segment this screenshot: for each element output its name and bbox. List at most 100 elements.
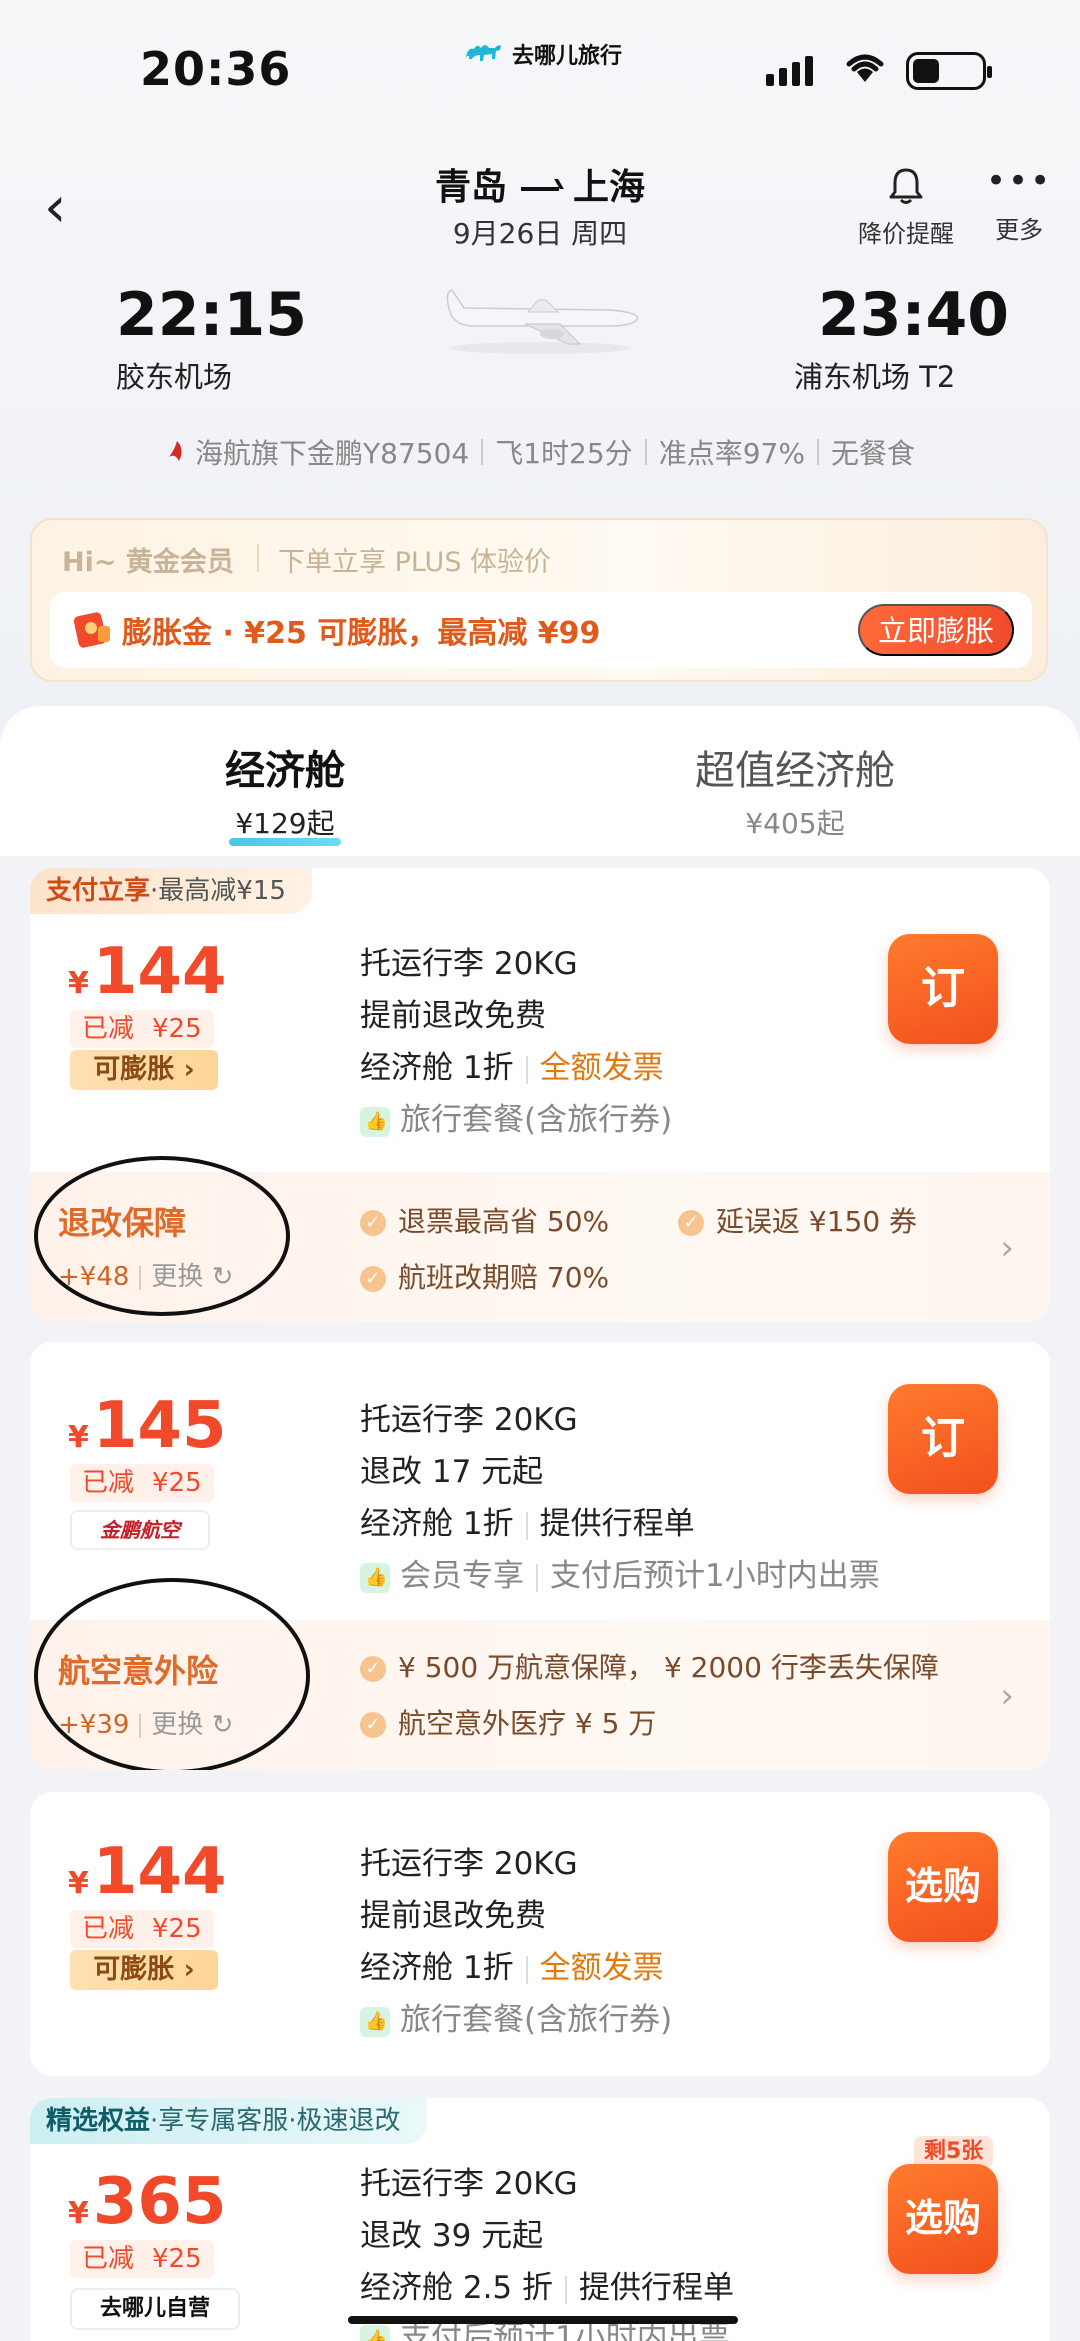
annotation-circle bbox=[34, 1156, 290, 1316]
discount-label: 已减 bbox=[82, 1914, 135, 1944]
feature-baggage: 托运行李 20KG bbox=[360, 946, 578, 982]
arrival-time: 23:40 bbox=[818, 280, 1009, 350]
offer-tag: 精选权益·享专属客服·极速退改 bbox=[30, 2098, 427, 2144]
discount-badge: 已减 ¥25 bbox=[70, 1910, 214, 1948]
feature-refund: 提前退改免费 bbox=[360, 998, 546, 1034]
route-from: 青岛 bbox=[434, 167, 507, 208]
feature-cabin: 经济舱 1折 提供行程单 bbox=[360, 1498, 695, 1550]
offer-price: ¥144 bbox=[68, 1840, 226, 1916]
discount-amount: ¥25 bbox=[152, 2244, 202, 2274]
airline-flight-no: 海航旗下金鹏Y87504 bbox=[195, 437, 470, 470]
offer-card[interactable]: 支付立享·最高减¥15 ¥144 已减 ¥25 可膨胀 › 托运行李 20KG 提… bbox=[30, 868, 1050, 1322]
airline-chip: 金鹏航空 bbox=[70, 1510, 210, 1550]
wifi-icon bbox=[846, 54, 884, 82]
feature-baggage: 托运行李 20KG bbox=[360, 1846, 578, 1882]
feature-discount: 经济舱 1折 bbox=[360, 1950, 514, 1986]
purchase-button[interactable]: 选购 bbox=[888, 1832, 998, 1942]
insurance-item-text: 航空意外医疗 ¥ 5 万 bbox=[398, 1707, 657, 1740]
insurance-item-text: 延误返 ¥150 券 bbox=[716, 1205, 918, 1238]
offer-price: ¥365 bbox=[68, 2170, 226, 2246]
discount-label: 已减 bbox=[82, 1014, 135, 1044]
more-button[interactable]: ••• 更多 bbox=[986, 164, 1052, 245]
feature-invoice: 全额发票 bbox=[539, 1050, 664, 1086]
app-brand: 去哪儿旅行 bbox=[462, 38, 622, 70]
flight-info: 海航旗下金鹏Y87504 飞1时25分 准点率97% 无餐食 bbox=[0, 432, 1080, 472]
tab-premium-economy-price: ¥405起 bbox=[745, 807, 845, 840]
insurance-item: ✓ ¥ 500 万航意保障， ¥ 2000 行李丢失保障 bbox=[360, 1646, 1010, 1686]
feature-refund: 提前退改免费 bbox=[360, 1898, 546, 1934]
feature-cabin: 经济舱 2.5 折提供行程单 bbox=[360, 2262, 734, 2314]
meal-info: 无餐食 bbox=[830, 437, 915, 470]
feature-package: 旅行套餐(含旅行券) bbox=[360, 1994, 672, 2046]
purchase-button[interactable]: 选购 bbox=[888, 2164, 998, 2274]
insurance-item: ✓ 延误返 ¥150 券 bbox=[678, 1200, 917, 1240]
check-icon: ✓ bbox=[360, 1656, 386, 1682]
bell-icon bbox=[889, 168, 923, 204]
discount-amount: ¥25 bbox=[152, 1014, 202, 1044]
discount-badge: 已减 ¥25 bbox=[70, 1464, 214, 1502]
feature-baggage: 托运行李 20KG bbox=[360, 1402, 578, 1438]
insurance-strip[interactable]: 退改保障 +¥48 更换 ↻ ✓ 退票最高省 50% ✓ 延误返 ¥150 券 ✓ 航班… bbox=[30, 1156, 1050, 1322]
red-envelope-icon bbox=[73, 612, 110, 648]
departure-airport: 胶东机场 bbox=[116, 360, 233, 394]
insurance-strip[interactable]: 航空意外险 +¥39 更换 ↻ ✓ ¥ 500 万航意保障， ¥ 2000 行李丢失… bbox=[30, 1578, 1050, 1770]
feature-discount: 经济舱 1折 bbox=[360, 1506, 514, 1542]
chevron-right-icon: › bbox=[1000, 1676, 1014, 1716]
feature-member-text: 会员专享 bbox=[400, 1558, 524, 1594]
thumbs-up-icon bbox=[360, 2006, 390, 2037]
swell-now-button[interactable]: 立即膨胀 bbox=[858, 604, 1014, 656]
battery-icon bbox=[906, 52, 992, 90]
tab-economy-label: 经济舱 bbox=[225, 748, 345, 794]
thumbs-up-icon bbox=[360, 1562, 390, 1593]
offer-card[interactable]: ¥144 已减 ¥25 可膨胀 › 托运行李 20KG 提前退改免费 经济舱 1折… bbox=[30, 1792, 1050, 2076]
offer-tag: 支付立享·最高减¥15 bbox=[30, 868, 312, 914]
offer-card[interactable]: 精选权益·享专属客服·极速退改 ¥365 已减 ¥25 去哪儿自营 托运行李 20… bbox=[30, 2098, 1050, 2341]
on-time-rate: 准点率97% bbox=[658, 437, 805, 470]
price-alert-button[interactable]: 降价提醒 bbox=[854, 166, 958, 249]
member-level: Hi~ 黄金会员 bbox=[62, 547, 234, 578]
price-value: 144 bbox=[92, 935, 227, 1009]
discount-amount: ¥25 bbox=[152, 1914, 202, 1944]
insurance-item-text: 退票最高省 50% bbox=[398, 1205, 610, 1238]
swell-text: 膨胀金 · ¥25 可膨胀，最高减 ¥99 bbox=[122, 616, 601, 651]
member-benefit: 下单立享 PLUS 体验价 bbox=[278, 547, 552, 578]
check-icon: ✓ bbox=[360, 1210, 386, 1236]
feature-ticketing: 支付后预计1小时内出票 bbox=[550, 1558, 880, 1594]
feature-discount: 经济舱 2.5 折 bbox=[360, 2270, 554, 2306]
offer-tag-title: 支付立享 bbox=[46, 876, 151, 906]
tab-premium-economy[interactable]: 超值经济舱 ¥405起 bbox=[660, 738, 930, 842]
offer-price: ¥144 bbox=[68, 940, 226, 1016]
price-value: 145 bbox=[92, 1389, 227, 1463]
discount-amount: ¥25 bbox=[152, 1468, 202, 1498]
tab-premium-economy-label: 超值经济舱 bbox=[695, 748, 895, 794]
book-button[interactable]: 订 bbox=[888, 1384, 998, 1494]
currency-symbol: ¥ bbox=[68, 1420, 89, 1455]
feature-package-text: 旅行套餐(含旅行券) bbox=[400, 1102, 673, 1138]
currency-symbol: ¥ bbox=[68, 1866, 89, 1901]
feature-cabin: 经济舱 1折 全额发票 bbox=[360, 1942, 664, 1994]
offer-card[interactable]: ¥145 已减 ¥25 金鹏航空 托运行李 20KG 退改 17 元起 经济舱 1… bbox=[30, 1342, 1050, 1770]
feature-cabin: 经济舱 1折 全额发票 bbox=[360, 1042, 664, 1094]
price-value: 144 bbox=[92, 1835, 227, 1909]
airplane-icon bbox=[446, 289, 639, 354]
discount-label: 已减 bbox=[82, 2244, 135, 2274]
annotation-underline bbox=[348, 2316, 738, 2324]
swell-bar: 膨胀金 · ¥25 可膨胀，最高减 ¥99 立即膨胀 bbox=[50, 592, 1032, 668]
currency-symbol: ¥ bbox=[68, 966, 89, 1001]
tab-economy[interactable]: 经济舱 ¥129起 bbox=[150, 738, 420, 846]
flight-duration: 飞1时25分 bbox=[495, 437, 633, 470]
feature-package: 旅行套餐(含旅行券) bbox=[360, 1094, 672, 1146]
more-label: 更多 bbox=[995, 216, 1044, 244]
tab-economy-price: ¥129起 bbox=[229, 802, 341, 846]
swell-chip[interactable]: 可膨胀 › bbox=[70, 1050, 218, 1090]
feature-package-text: 旅行套餐(含旅行券) bbox=[400, 2002, 673, 2038]
insurance-item-text: 航班改期赔 70% bbox=[398, 1261, 610, 1294]
book-button[interactable]: 订 bbox=[888, 934, 998, 1044]
price-value: 365 bbox=[92, 2165, 227, 2239]
check-icon: ✓ bbox=[678, 1210, 704, 1236]
feature-refund: 退改 39 元起 bbox=[360, 2218, 544, 2254]
swell-chip[interactable]: 可膨胀 › bbox=[70, 1950, 218, 1990]
feature-itinerary: 提供行程单 bbox=[579, 2270, 735, 2306]
route-arrow-icon bbox=[521, 187, 559, 191]
currency-symbol: ¥ bbox=[68, 2196, 89, 2231]
